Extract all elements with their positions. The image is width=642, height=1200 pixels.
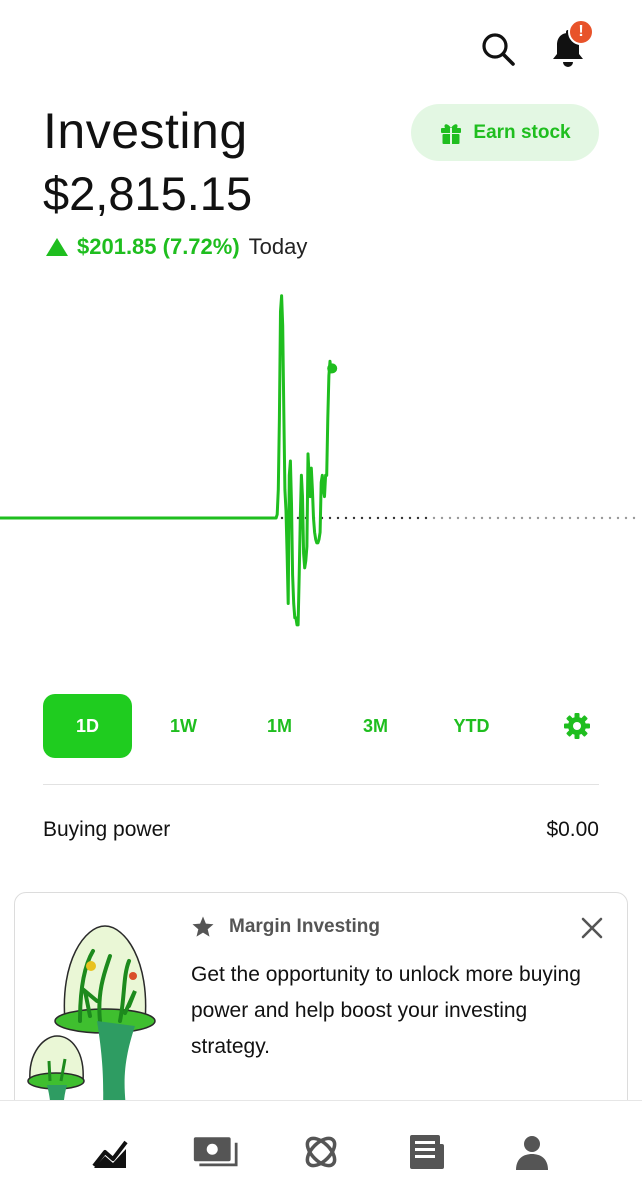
portfolio-line-chart bbox=[0, 294, 636, 627]
buying-power-row[interactable]: Buying power $0.00 bbox=[43, 818, 599, 842]
baseline-dot bbox=[440, 516, 444, 520]
baseline-dot bbox=[584, 516, 588, 520]
chart-settings-button[interactable] bbox=[559, 708, 595, 744]
buying-power-label: Buying power bbox=[43, 818, 171, 841]
baseline-dot bbox=[344, 516, 348, 520]
baseline-dot bbox=[560, 516, 564, 520]
baseline-dot bbox=[456, 516, 460, 520]
baseline-dot bbox=[520, 516, 524, 520]
news-icon bbox=[410, 1135, 444, 1169]
baseline-dot bbox=[280, 516, 284, 520]
change-period-label: Today bbox=[248, 234, 308, 259]
time-range-selector: 1D 1W 1M 3M YTD bbox=[43, 694, 599, 758]
portfolio-balance: $2,815.15 bbox=[43, 167, 253, 220]
range-button-ytd[interactable]: YTD bbox=[427, 694, 516, 758]
card-title: Margin Investing bbox=[229, 916, 380, 937]
notifications-button[interactable]: ! bbox=[544, 19, 594, 73]
baseline-dot bbox=[608, 516, 612, 520]
account-icon bbox=[516, 1136, 548, 1170]
baseline-dot bbox=[632, 516, 636, 520]
baseline-dot bbox=[368, 516, 372, 520]
range-button-1m[interactable]: 1M bbox=[235, 694, 324, 758]
notification-badge: ! bbox=[568, 19, 594, 45]
top-bar: ! bbox=[474, 19, 614, 80]
gift-icon bbox=[439, 121, 463, 145]
baseline-dot bbox=[328, 516, 332, 520]
star-icon bbox=[191, 915, 215, 939]
card-close-button[interactable] bbox=[577, 913, 607, 943]
up-arrow-icon bbox=[46, 238, 68, 256]
baseline-dot bbox=[408, 516, 412, 520]
baseline-dot bbox=[536, 516, 540, 520]
baseline-dot bbox=[576, 516, 580, 520]
page-title: Investing bbox=[43, 103, 248, 159]
baseline-dot bbox=[568, 516, 572, 520]
baseline-dot bbox=[480, 516, 484, 520]
baseline-dot bbox=[352, 516, 356, 520]
range-button-1d[interactable]: 1D bbox=[43, 694, 132, 758]
baseline-dot bbox=[592, 516, 596, 520]
cash-icon bbox=[193, 1137, 238, 1167]
baseline-dot bbox=[360, 516, 364, 520]
baseline-dot bbox=[488, 516, 492, 520]
nav-item-crypto[interactable] bbox=[298, 1129, 344, 1175]
nav-item-cash[interactable] bbox=[192, 1129, 238, 1175]
baseline-dot bbox=[384, 516, 388, 520]
earn-stock-label: Earn stock bbox=[473, 121, 571, 143]
bottom-navigation bbox=[0, 1100, 642, 1200]
search-icon bbox=[482, 33, 515, 66]
section-divider bbox=[43, 784, 599, 785]
baseline-dot bbox=[424, 516, 428, 520]
buying-power-value: $0.00 bbox=[546, 818, 599, 841]
card-header: Margin Investing bbox=[191, 915, 380, 939]
chart-icon bbox=[92, 1140, 128, 1168]
baseline-dot bbox=[624, 516, 628, 520]
baseline-dot bbox=[600, 516, 604, 520]
current-price-dot bbox=[327, 363, 338, 374]
search-button[interactable] bbox=[474, 25, 522, 73]
earn-stock-button[interactable]: Earn stock bbox=[411, 104, 599, 161]
baseline-dot bbox=[448, 516, 452, 520]
baseline-dot bbox=[616, 516, 620, 520]
baseline-dot bbox=[432, 516, 436, 520]
baseline-dot bbox=[472, 516, 476, 520]
gear-icon bbox=[564, 713, 590, 739]
baseline-dot bbox=[376, 516, 380, 520]
crypto-icon bbox=[305, 1136, 337, 1168]
baseline-dot bbox=[336, 516, 340, 520]
baseline-dot bbox=[552, 516, 556, 520]
range-button-3m[interactable]: 3M bbox=[331, 694, 420, 758]
nav-item-account[interactable] bbox=[509, 1129, 555, 1175]
portfolio-chart[interactable] bbox=[0, 290, 642, 690]
daily-change: $201.85 (7.72%) Today bbox=[46, 234, 307, 260]
baseline-dot bbox=[528, 516, 532, 520]
range-button-1w[interactable]: 1W bbox=[139, 694, 228, 758]
price-line bbox=[0, 294, 334, 627]
baseline-dot bbox=[400, 516, 404, 520]
baseline-dot bbox=[464, 516, 468, 520]
card-body-text: Get the opportunity to unlock more buyin… bbox=[191, 963, 581, 1058]
baseline-dot bbox=[544, 516, 548, 520]
baseline-dot bbox=[512, 516, 516, 520]
change-value: $201.85 (7.72%) bbox=[77, 234, 240, 259]
baseline-dot bbox=[496, 516, 500, 520]
baseline-dot bbox=[504, 516, 508, 520]
baseline-dot bbox=[416, 516, 420, 520]
baseline-dot bbox=[392, 516, 396, 520]
close-icon bbox=[581, 917, 603, 939]
nav-item-news[interactable] bbox=[404, 1129, 450, 1175]
nav-item-investing[interactable] bbox=[87, 1129, 133, 1175]
terrarium-illustration bbox=[25, 921, 175, 1121]
margin-investing-card[interactable]: Margin Investing Get the opportunity to … bbox=[14, 892, 628, 1132]
